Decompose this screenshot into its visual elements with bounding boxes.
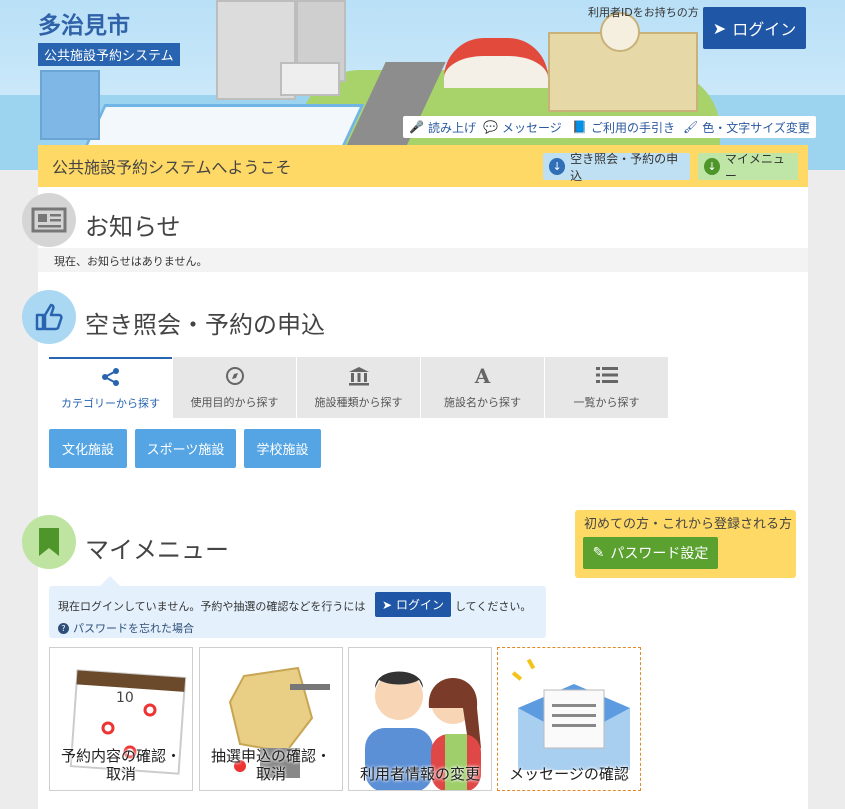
guide-link[interactable]: 📘 ご利用の手引き [566, 116, 681, 138]
arrow-down-icon: ↓ [549, 158, 566, 175]
read-aloud-button[interactable]: 🎤 読み上げ [403, 116, 482, 138]
color-size-button[interactable]: 🖌 色・文字サイズ変更 [677, 116, 816, 138]
read-aloud-label: 読み上げ [427, 120, 476, 135]
jump-reserve-label: 空き照会・予約の申込 [570, 151, 679, 183]
message-link[interactable]: 💬 メッセージ [477, 116, 568, 138]
first-time-label: 初めての方・これから登録される方 [584, 517, 793, 532]
info-login-label: ログイン [396, 598, 445, 612]
sign-in-icon: ➤ [381, 597, 393, 612]
reserve-title: 空き照会・予約の申込 [85, 311, 325, 339]
category-sports-button[interactable]: スポーツ施設 [135, 429, 236, 468]
message-check-label: メッセージの確認 [509, 765, 629, 784]
microphone-icon: 🎤 [409, 120, 424, 134]
info-pointer [100, 576, 120, 586]
question-icon: ? [58, 622, 69, 634]
sign-in-icon: ➤ [712, 18, 727, 38]
header-login-button[interactable]: ➤ ログイン [703, 7, 806, 49]
lottery-check-label: 抽選申込の確認・ 取消 [210, 746, 331, 784]
tab-facility-type[interactable]: 施設種類から探す [297, 357, 420, 418]
share-icon [101, 367, 121, 387]
institution-icon [347, 366, 371, 386]
tab-facility-name[interactable]: A 施設名から探す [421, 357, 544, 418]
reservation-check-card[interactable]: 10 予約内容の確認・ 取消 [49, 647, 193, 791]
forgot-password-label: パスワードを忘れた場合 [73, 622, 194, 635]
tab-category-label: カテゴリーから探す [61, 396, 160, 410]
message-label: メッセージ [501, 120, 562, 135]
tab-list[interactable]: 一覧から探す [545, 357, 668, 418]
reservation-check-label: 予約内容の確認・ 取消 [60, 746, 181, 784]
guide-label: ご利用の手引き [590, 120, 675, 135]
forgot-password-link[interactable]: ? パスワードを忘れた場合 [58, 620, 194, 636]
welcome-text: 公共施設予約システムへようこそ [52, 158, 292, 177]
tab-facility-name-label: 施設名から探す [444, 395, 521, 409]
tab-facility-type-label: 施設種類から探す [314, 395, 403, 409]
thumbs-up-icon [22, 290, 76, 344]
info-login-button[interactable]: ➤ ログイン [375, 592, 451, 617]
news-title: お知らせ [85, 213, 181, 241]
list-icon [595, 366, 618, 386]
tab-category[interactable]: カテゴリーから探す [49, 357, 172, 418]
news-message: 現在、お知らせはありません。 [38, 248, 808, 272]
category-culture-button[interactable]: 文化施設 [49, 429, 127, 468]
brush-icon: 🖌 [683, 120, 699, 134]
jump-reserve-button[interactable]: ↓ 空き照会・予約の申込 [543, 152, 690, 183]
lottery-check-card[interactable]: 抽選申込の確認・ 取消 [199, 647, 343, 791]
site-title[interactable]: 多治見市 [38, 6, 130, 40]
header-login-label: ログイン [732, 20, 797, 39]
not-logged-suffix: してください。 [455, 600, 532, 613]
password-setup-button[interactable]: ✎ パスワード設定 [583, 537, 718, 569]
jump-mymenu-button[interactable]: ↓ マイメニュー [698, 152, 798, 183]
newspaper-icon [22, 193, 76, 247]
pencil-icon: ✎ [592, 545, 605, 561]
book-icon: 📘 [572, 120, 587, 134]
tab-list-label: 一覧から探す [573, 395, 640, 409]
user-info-card[interactable]: 利用者情報の変更 [348, 647, 492, 791]
tab-purpose[interactable]: 使用目的から探す [173, 357, 296, 418]
mymenu-title: マイメニュー [85, 536, 229, 564]
color-size-label: 色・文字サイズ変更 [702, 120, 810, 135]
login-hint: 利用者IDをお持ちの方 [588, 6, 699, 19]
font-a-icon: A [474, 363, 491, 388]
arrow-down-icon: ↓ [704, 158, 720, 175]
category-school-button[interactable]: 学校施設 [244, 429, 321, 468]
bookmark-icon [22, 515, 76, 569]
jump-mymenu-label: マイメニュー [724, 151, 785, 183]
welcome-bar: 公共施設予約システムへようこそ [38, 145, 808, 187]
user-info-label: 利用者情報の変更 [359, 765, 480, 784]
system-name: 公共施設予約システム [38, 43, 180, 66]
not-logged-text: 現在ログインしていません。予約や抽選の確認などを行うには [58, 600, 366, 613]
comment-icon: 💬 [483, 120, 498, 134]
tab-purpose-label: 使用目的から探す [190, 395, 279, 409]
compass-icon [225, 366, 245, 386]
password-setup-label: パスワード設定 [610, 546, 709, 562]
svg-text:10: 10 [116, 690, 134, 706]
message-check-card[interactable]: メッセージの確認 [497, 647, 641, 791]
